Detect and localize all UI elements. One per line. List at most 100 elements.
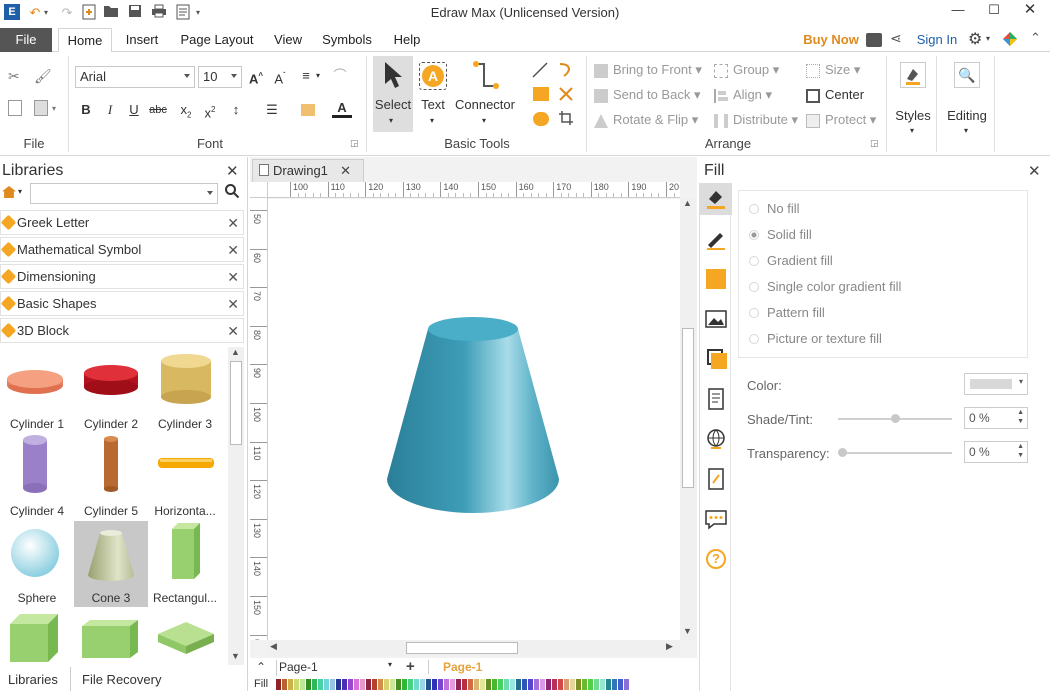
page-bar-collapse-icon[interactable]: ⌃ xyxy=(256,660,266,674)
shrink-font-icon[interactable]: Aˇ xyxy=(270,66,290,86)
line-style-icon[interactable] xyxy=(700,223,732,255)
font-dialog-launcher-icon[interactable]: ◲ xyxy=(350,138,359,149)
line-spacing-icon[interactable]: ↕ xyxy=(226,100,246,120)
close-category-icon[interactable]: ✕ xyxy=(227,292,239,316)
transparency-slider[interactable] xyxy=(838,448,952,457)
file-recovery-bottom-tab[interactable]: File Recovery xyxy=(82,672,161,687)
color-swatch[interactable] xyxy=(594,679,599,690)
page-selector[interactable]: Page-1 ▾ xyxy=(276,660,392,676)
buy-now-link[interactable]: Buy Now xyxy=(800,28,862,53)
font-name-select[interactable]: Arial xyxy=(75,66,195,88)
color-swatch[interactable] xyxy=(402,679,407,690)
styles-button[interactable]: Styles ▾ xyxy=(892,60,934,140)
color-swatch[interactable] xyxy=(624,679,629,690)
shape-cylinder-3[interactable]: Cylinder 3 xyxy=(148,347,222,433)
color-swatch[interactable] xyxy=(294,679,299,690)
library-category-basic-shapes[interactable]: Basic Shapes ✕ xyxy=(0,291,244,316)
spin-arrows-icon[interactable]: ▲ ▼ xyxy=(1017,442,1024,460)
text-tool-button[interactable]: A Text ▾ xyxy=(414,56,452,132)
color-swatch[interactable] xyxy=(282,679,287,690)
color-swatch[interactable] xyxy=(384,679,389,690)
color-swatch[interactable] xyxy=(348,679,353,690)
active-page-tab[interactable]: Page-1 xyxy=(428,660,488,674)
layer-icon[interactable] xyxy=(700,343,732,375)
share-icon[interactable]: ⋖ xyxy=(890,30,902,47)
rotate-flip-button[interactable]: Rotate & Flip ▾ xyxy=(594,112,698,128)
library-scroll-thumb[interactable] xyxy=(230,361,242,445)
shape-cylinder-2[interactable]: Cylinder 2 xyxy=(74,347,148,433)
italic-icon[interactable]: I xyxy=(100,100,120,120)
color-swatch[interactable] xyxy=(444,679,449,690)
color-swatch[interactable] xyxy=(318,679,323,690)
line-tool-icon[interactable] xyxy=(532,62,548,78)
color-swatch[interactable] xyxy=(336,679,341,690)
tab-view[interactable]: View xyxy=(270,28,306,53)
paste-icon[interactable] xyxy=(34,100,48,116)
close-category-icon[interactable]: ✕ xyxy=(227,319,239,343)
text-direction-icon[interactable]: ⌒ xyxy=(330,66,350,86)
drawing-page[interactable] xyxy=(268,199,680,640)
color-swatch[interactable] xyxy=(456,679,461,690)
cut-icon[interactable]: ✂ xyxy=(8,68,20,85)
shape-sphere[interactable]: Sphere xyxy=(0,521,74,607)
connector-tool-button[interactable]: Connector ▾ xyxy=(454,56,516,132)
library-category-greek-letter[interactable]: Greek Letter ✕ xyxy=(0,210,244,235)
editing-button[interactable]: 🔍 Editing ▾ xyxy=(942,60,992,140)
shape-rectangular-block[interactable]: Rectangul... xyxy=(148,521,222,607)
size-button[interactable]: Size ▾ xyxy=(806,62,860,78)
group-button[interactable]: Group ▾ xyxy=(714,62,779,78)
canvas-vscroll-thumb[interactable] xyxy=(682,328,694,488)
superscript-icon[interactable]: x2 xyxy=(200,100,220,120)
fill-option-gradient-fill[interactable]: Gradient fill xyxy=(749,253,833,268)
color-swatch[interactable] xyxy=(432,679,437,690)
library-category-dimensioning[interactable]: Dimensioning ✕ xyxy=(0,264,244,289)
color-swatch[interactable] xyxy=(372,679,377,690)
color-swatch[interactable] xyxy=(462,679,467,690)
color-swatch[interactable] xyxy=(522,679,527,690)
color-swatch[interactable] xyxy=(288,679,293,690)
close-category-icon[interactable]: ✕ xyxy=(227,211,239,235)
tab-home[interactable]: Home xyxy=(58,28,112,53)
color-swatch[interactable] xyxy=(474,679,479,690)
help-icon[interactable]: ? xyxy=(700,543,732,575)
search-icon[interactable] xyxy=(224,183,242,201)
crop-tool-icon[interactable] xyxy=(558,110,574,126)
scroll-up-icon[interactable]: ▲ xyxy=(683,198,692,208)
send-to-back-button[interactable]: Send to Back ▾ xyxy=(594,87,700,103)
color-swatch[interactable] xyxy=(426,679,431,690)
fill-option-picture-texture[interactable]: Picture or texture fill xyxy=(749,331,882,346)
shape-cylinder-1[interactable]: Cylinder 1 xyxy=(0,347,74,433)
color-swatch[interactable] xyxy=(408,679,413,690)
color-swatch[interactable] xyxy=(492,679,497,690)
select-tool-button[interactable]: Select ▾ xyxy=(373,56,413,132)
rectangle-tool-icon[interactable] xyxy=(533,87,549,101)
highlight-icon[interactable] xyxy=(298,100,318,120)
arc-tool-icon[interactable] xyxy=(558,62,574,78)
canvas-vertical-scrollbar[interactable]: ▲ ▼ xyxy=(680,198,696,640)
cart-icon[interactable] xyxy=(866,33,882,47)
libraries-bottom-tab[interactable]: Libraries xyxy=(8,672,58,687)
document-properties-icon[interactable] xyxy=(700,383,732,415)
color-swatch[interactable] xyxy=(414,679,419,690)
color-swatch[interactable] xyxy=(534,679,539,690)
color-swatch[interactable] xyxy=(468,679,473,690)
paste-dropdown-icon[interactable]: ▾ xyxy=(52,104,56,113)
library-category-3d-block[interactable]: 3D Block ✕ xyxy=(0,318,244,343)
color-swatch[interactable] xyxy=(552,679,557,690)
settings-gear-icon[interactable]: ⚙ xyxy=(968,29,982,49)
scroll-right-icon[interactable]: ▶ xyxy=(666,641,673,652)
color-swatch[interactable] xyxy=(312,679,317,690)
library-scrollbar[interactable]: ▲ ▼ xyxy=(228,347,244,665)
tab-help[interactable]: Help xyxy=(388,28,426,53)
shadow-icon[interactable] xyxy=(700,263,732,295)
color-swatch[interactable] xyxy=(528,679,533,690)
fill-option-pattern-fill[interactable]: Pattern fill xyxy=(749,305,825,320)
cross-tool-icon[interactable] xyxy=(558,86,574,102)
sign-in-link[interactable]: Sign In xyxy=(912,28,962,53)
shape-cylinder-4[interactable]: Cylinder 4 xyxy=(0,434,74,520)
bold-icon[interactable]: B xyxy=(76,100,96,120)
color-swatch[interactable] xyxy=(510,679,515,690)
scroll-down-icon[interactable]: ▼ xyxy=(231,651,240,661)
close-category-icon[interactable]: ✕ xyxy=(227,265,239,289)
color-swatch[interactable] xyxy=(378,679,383,690)
